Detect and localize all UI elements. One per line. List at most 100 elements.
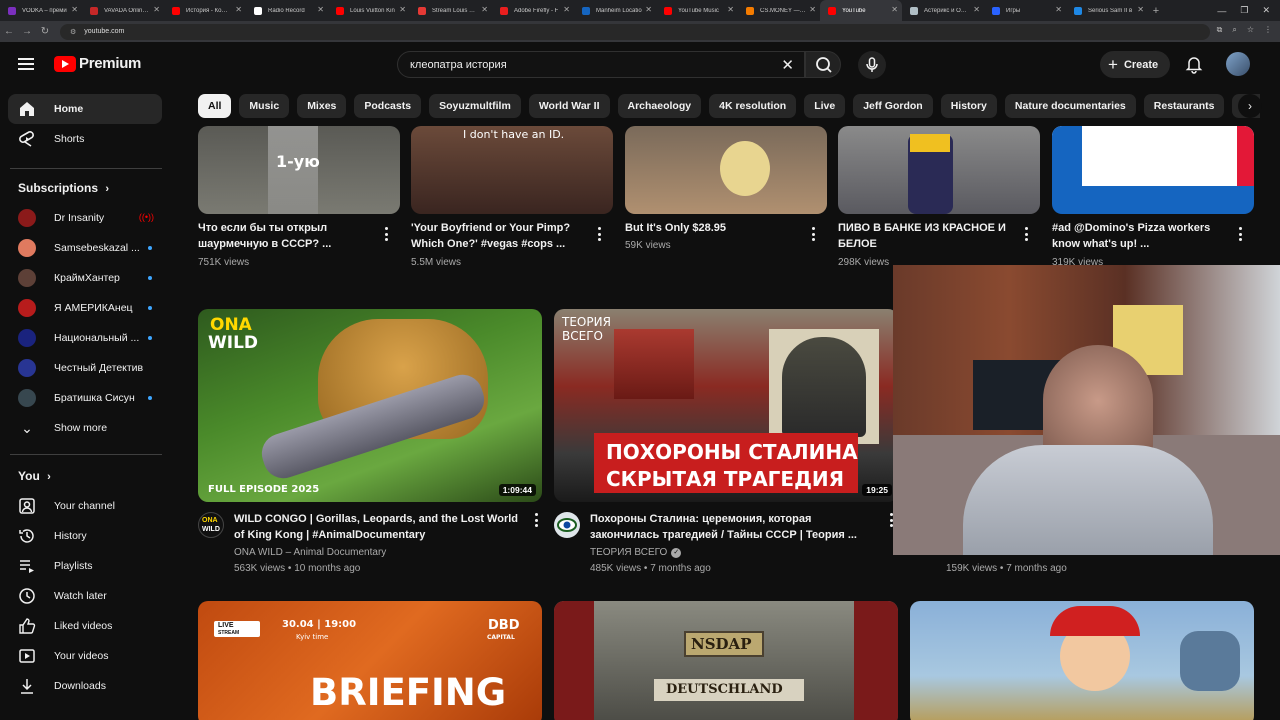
more-options-icon[interactable] [532, 513, 540, 527]
more-options-icon[interactable] [595, 227, 603, 241]
tab-close-icon[interactable]: ✕ [153, 5, 160, 14]
filter-chip[interactable]: All [198, 94, 232, 118]
forward-icon[interactable]: → [18, 26, 36, 37]
search-input[interactable]: клеопатра история ✕ [397, 51, 805, 78]
filter-chip[interactable]: History [940, 94, 997, 118]
video-thumbnail[interactable] [910, 601, 1254, 720]
browser-tab[interactable]: Serious Sam II в ✕ [1066, 0, 1148, 21]
sidebar-item[interactable]: History [8, 521, 162, 551]
site-info-icon[interactable]: ⚙ [70, 28, 76, 36]
filter-chip[interactable]: Archaeology [617, 94, 702, 118]
short-title[interactable]: But It's Only $28.95 [625, 220, 803, 236]
filter-chip[interactable]: Mixes [297, 94, 347, 118]
browser-tab[interactable]: Louis Vuitton Kin ✕ [328, 0, 410, 21]
browser-tab[interactable]: Adobe Firefly - F ✕ [492, 0, 574, 21]
minimize-icon[interactable]: — [1217, 6, 1226, 16]
short-title[interactable]: #ad @Domino's Pizza workers know what's … [1052, 220, 1230, 252]
video-thumbnail[interactable]: NSDAP DEUTSCHLAND [554, 601, 898, 720]
short-title[interactable]: 'Your Boyfriend or Your Pimp? Which One?… [411, 220, 589, 252]
filter-chip[interactable]: Podcasts [354, 94, 422, 118]
filter-chip[interactable]: 4K resolution [709, 94, 797, 118]
menu-icon[interactable] [18, 58, 34, 70]
tab-close-icon[interactable]: ✕ [1055, 5, 1062, 14]
tab-close-icon[interactable]: ✕ [481, 5, 488, 14]
browser-tab[interactable]: Radio Record ✕ [246, 0, 328, 21]
voice-search-button[interactable] [858, 51, 886, 79]
subscription-item[interactable]: Samsebeskazal ... [8, 233, 162, 263]
reload-icon[interactable]: ↻ [36, 26, 54, 37]
sidebar-item[interactable]: Liked videos [8, 611, 162, 641]
filter-chip[interactable]: Live [804, 94, 846, 118]
video-title[interactable]: WILD CONGO | Gorillas, Leopards, and the… [234, 511, 526, 543]
notifications-bell-icon[interactable] [1184, 54, 1204, 74]
browser-tab[interactable]: Астерикс и Обел ✕ [902, 0, 984, 21]
more-options-icon[interactable] [1236, 227, 1244, 241]
account-avatar[interactable] [1226, 52, 1250, 76]
filter-chip[interactable]: Nature documentaries [1004, 94, 1136, 118]
tab-close-icon[interactable]: ✕ [891, 5, 898, 14]
tab-close-icon[interactable]: ✕ [71, 5, 78, 14]
url-field[interactable]: ⚙ youtube.com [60, 23, 1210, 40]
filter-chip[interactable]: Soyuzmultfilm [429, 94, 521, 118]
filter-chip[interactable]: Restaurants [1143, 94, 1225, 118]
tab-close-icon[interactable]: ✕ [563, 5, 570, 14]
tab-close-icon[interactable]: ✕ [973, 5, 980, 14]
create-button[interactable]: + Create [1100, 51, 1170, 78]
subscription-item[interactable]: Dr Insanity ((•)) [8, 203, 162, 233]
browser-tab[interactable]: YouTube ✕ [820, 0, 902, 21]
browser-tab[interactable]: Игры ✕ [984, 0, 1066, 21]
install-icon[interactable]: ⧉ [1217, 25, 1223, 35]
tab-close-icon[interactable]: ✕ [399, 5, 406, 14]
clear-search-icon[interactable]: ✕ [781, 56, 794, 74]
browser-tab[interactable]: Stream Louis Vuit ✕ [410, 0, 492, 21]
filter-chip[interactable]: Jeff Gordon [853, 94, 933, 118]
tab-close-icon[interactable]: ✕ [235, 5, 242, 14]
video-title[interactable]: Похороны Сталина: церемония, которая зак… [590, 511, 882, 543]
subscription-item[interactable]: Честный Детектив [8, 353, 162, 383]
subscription-item[interactable]: КраймХантер [8, 263, 162, 293]
video-channel[interactable]: ТЕОРИЯ ВСЕГО ✓ [590, 545, 682, 561]
more-options-icon[interactable] [382, 227, 390, 241]
sidebar-item[interactable]: Home [8, 94, 162, 124]
zoom-icon[interactable]: ⌕ [1232, 25, 1236, 35]
tab-close-icon[interactable]: ✕ [1137, 5, 1144, 14]
subscription-item[interactable]: Я АМЕРИКАнец [8, 293, 162, 323]
tab-close-icon[interactable]: ✕ [809, 5, 816, 14]
browser-tab[interactable]: Manheim Locatio ✕ [574, 0, 656, 21]
tab-close-icon[interactable]: ✕ [645, 5, 652, 14]
video-channel[interactable]: ONA WILD – Animal Documentary [234, 545, 386, 561]
subscription-item[interactable]: Национальный ... [8, 323, 162, 353]
video-thumbnail[interactable]: ONA WILD FULL EPISODE 2025 1:09:44 [198, 309, 542, 502]
video-thumbnail[interactable]: LIVE STREAM 30.04 | 19:00 Kyiv time DBD … [198, 601, 542, 720]
tab-close-icon[interactable]: ✕ [317, 5, 324, 14]
channel-avatar[interactable]: ONA WILD [198, 512, 224, 538]
short-thumbnail[interactable]: I don't have an ID. [411, 126, 613, 214]
video-thumbnail[interactable]: ПОХОРОНЫ СТАЛИНА СКРЫТАЯ ТРАГЕДИЯ ТЕОРИЯ… [554, 309, 898, 502]
filter-chip[interactable]: Music [239, 94, 290, 118]
you-heading[interactable]: You › [18, 469, 51, 483]
subscriptions-heading[interactable]: Subscriptions › [18, 181, 109, 195]
channel-avatar[interactable] [554, 512, 580, 538]
browser-tab[interactable]: CS.MONEY — Tra ✕ [738, 0, 820, 21]
browser-tab[interactable]: VODKA – преми ✕ [0, 0, 82, 21]
sidebar-item[interactable]: Your channel [8, 491, 162, 521]
short-thumbnail[interactable] [1052, 126, 1254, 214]
short-thumbnail[interactable]: 1-ую [198, 126, 400, 214]
sidebar-item[interactable]: Shorts [8, 124, 162, 154]
short-title[interactable]: Что если бы ты открыл шаурмечную в СССР?… [198, 220, 376, 252]
sidebar-item[interactable]: Playlists [8, 551, 162, 581]
browser-tab[interactable]: История - Кошел ✕ [164, 0, 246, 21]
back-icon[interactable]: ← [0, 26, 18, 37]
filter-chip[interactable]: World War II [528, 94, 610, 118]
more-options-icon[interactable] [1022, 227, 1030, 241]
browser-tab[interactable]: VAVADA Online C ✕ [82, 0, 164, 21]
show-more-button[interactable]: ⌄ Show more [8, 413, 162, 443]
chips-next-arrow-icon[interactable]: › [1238, 94, 1262, 118]
sidebar-item[interactable]: Watch later [8, 581, 162, 611]
extensions-icon[interactable]: ⋮ [1264, 25, 1272, 35]
browser-tab[interactable]: YouTube Music ✕ [656, 0, 738, 21]
short-thumbnail[interactable] [838, 126, 1040, 214]
more-options-icon[interactable] [809, 227, 817, 241]
close-window-icon[interactable]: ✕ [1262, 5, 1270, 16]
tab-close-icon[interactable]: ✕ [727, 5, 734, 14]
